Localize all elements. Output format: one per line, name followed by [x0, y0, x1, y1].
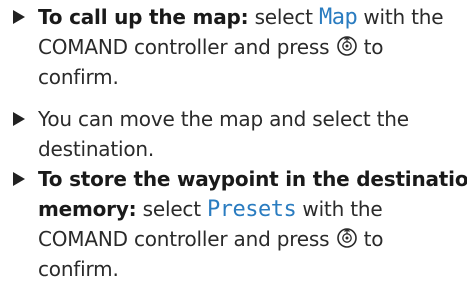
triangle-bullet-icon: [12, 104, 26, 134]
step-3-text-after: with the: [296, 197, 383, 221]
controller-press-icon: [336, 228, 357, 248]
step-3-line-3-text: COMAND controller and press: [38, 227, 336, 251]
step-2-line-2: destination.: [38, 137, 155, 161]
step-1-bold-label: To call up the map:: [38, 5, 249, 29]
step-1-text-after: with the: [357, 5, 444, 29]
triangle-bullet-icon: [12, 164, 26, 194]
step-2: You can move the map and select the dest…: [12, 104, 464, 164]
ui-term-map: Map: [318, 5, 358, 30]
step-2-line-1: You can move the map and select the: [38, 107, 409, 131]
step-3-line-3: COMAND controller and press to: [12, 224, 464, 254]
step-1-line-2-after: to: [357, 35, 384, 59]
triangle-bullet-icon: [12, 2, 26, 32]
step-1-line-2-text: COMAND controller and press: [38, 35, 336, 59]
step-1-text: select: [248, 5, 319, 29]
step-1-line-2: COMAND controller and press to: [12, 32, 464, 62]
controller-press-icon: [336, 36, 357, 56]
step-1: To call up the map: select Map with the …: [12, 2, 464, 92]
step-3-line-4: confirm.: [38, 257, 119, 281]
step-1-line-3: confirm.: [38, 65, 119, 89]
step-3-bold-line-1: To store the waypoint in the destination: [38, 167, 467, 191]
step-3: To store the waypoint in the destination…: [12, 164, 467, 284]
step-3-text: select: [136, 197, 208, 221]
step-1-line-1: To call up the map: select Map with the: [12, 2, 464, 32]
step-3-line-2: memory: select Presets with the: [12, 194, 464, 224]
step-3-line-3-after: to: [357, 227, 384, 251]
ui-term-presets: Presets: [207, 197, 297, 222]
step-3-bold-label: memory:: [38, 197, 137, 221]
